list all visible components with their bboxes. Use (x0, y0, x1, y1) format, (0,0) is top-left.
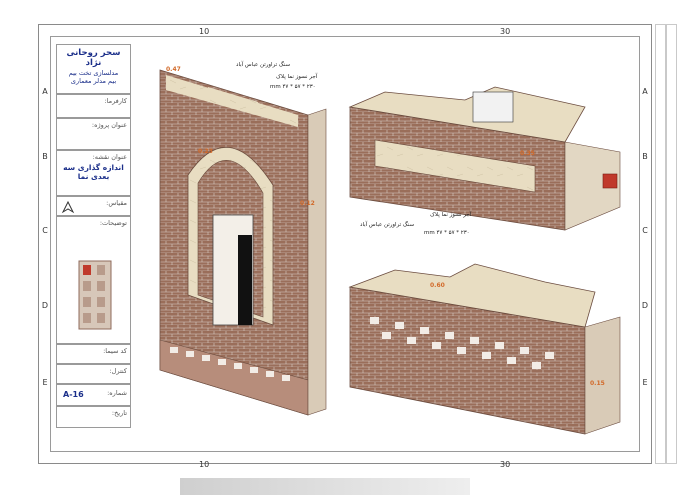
ruler-left-D: D (41, 301, 49, 310)
company-subtitle-2: بیم مدلر معماری (70, 77, 117, 85)
annotation-brick-top: آجر نسوز نما پلاک (276, 74, 318, 80)
ruler-top-30: 30 (500, 27, 511, 36)
key-plan-label: توضیحات: (99, 219, 127, 227)
key-plan-box: توضیحات: (56, 216, 131, 344)
dim-tag: 0.12 (300, 200, 315, 207)
ruler-left-B: B (42, 152, 48, 161)
ruler-left-E: E (42, 378, 48, 387)
project-label: عنوان پروژه: (91, 121, 127, 129)
annotation-stone-top: سنگ تراورتن عباس آباد (236, 62, 291, 68)
sheet-number-label: شماره: (107, 389, 127, 397)
dim-tag: 0.15 (590, 380, 605, 387)
ruler-top-10: 10 (199, 27, 210, 36)
dim-tag: 0.60 (430, 282, 445, 289)
drawing-by-box: کد سیما: (56, 344, 131, 364)
ruler-right-C: C (642, 226, 648, 235)
scale-box: مقیاس: (56, 196, 131, 216)
checked-label: کنترل: (109, 367, 127, 375)
bottom-shadow (180, 478, 470, 495)
annotation-stone-mid: سنگ تراورتن عباس آباد (360, 222, 415, 228)
sheet-title-box: عنوان نقشه: اندازه گذاری سه بعدی نما (56, 150, 131, 196)
dim-tag: 0.23 (198, 148, 213, 155)
date-box: تاریخ: (56, 406, 131, 428)
checked-box: کنترل: (56, 364, 131, 384)
parapet-3d-view (348, 86, 621, 231)
annotation-brick-mid: آجر نسوز نما پلاک (430, 212, 472, 218)
annotation-dims-top: mm ۴۷ * ۵۷ * ۲۳۰ (270, 84, 316, 90)
key-plan-building-icon (78, 260, 112, 330)
ruler-bottom-30: 30 (500, 460, 511, 469)
employer-box: کارفرما: (56, 94, 131, 118)
annotation-dims-mid: mm ۴۷ * ۵۷ * ۲۳۰ (424, 230, 470, 236)
ruler-right-B: B (642, 152, 648, 161)
north-arrow-icon (61, 200, 75, 214)
dim-tag: 0.35 (520, 150, 535, 157)
date-label: تاریخ: (111, 409, 127, 417)
ruler-left-A: A (42, 87, 48, 96)
window-wall-3d-view (159, 69, 327, 416)
lattice-wall-3d-view (348, 263, 621, 435)
project-box: عنوان پروژه: (56, 118, 131, 150)
dim-tag: 0.47 (166, 66, 181, 73)
ruler-right-A: A (642, 87, 648, 96)
ruler-left-C: C (42, 226, 48, 235)
ruler-right-D: D (641, 301, 649, 310)
ruler-bottom-10: 10 (199, 460, 210, 469)
drawing-by-label: کد سیما: (103, 347, 127, 355)
company-subtitle-1: مدلسازی تخت بیم (68, 69, 119, 77)
sheet-title-label: عنوان نقشه: (92, 153, 127, 161)
sheet-title-line2: بعدی نما (77, 172, 110, 181)
sheet-number-box: A-16 شماره: (56, 384, 131, 406)
title-block-header: سحر روحانی نژاد مدلسازی تخت بیم بیم مدلر… (56, 44, 131, 94)
ruler-right-E: E (642, 378, 648, 387)
sheet-title-line1: اندازه گذاری سه (63, 163, 124, 172)
employer-label: کارفرما: (104, 97, 127, 105)
sheet-number: A-16 (63, 390, 84, 399)
gutter-icon (602, 173, 618, 189)
author-name: سحر روحانی نژاد (66, 48, 121, 68)
